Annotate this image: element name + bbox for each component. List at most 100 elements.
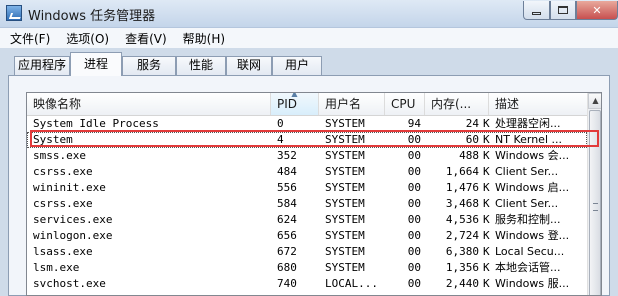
cell-username: SYSTEM	[325, 229, 365, 242]
cell-username: LOCAL...	[325, 277, 378, 290]
grip-icon	[593, 203, 598, 211]
cell-image-name: svchost.exe	[33, 277, 106, 290]
column-header-pid-label: PID	[277, 97, 298, 111]
table-row[interactable]: System 4 SYSTEM 00 60 K NT Kernel ...	[27, 132, 587, 148]
menu-file[interactable]: 文件(F)	[4, 30, 56, 47]
sort-ascending-icon: ▲	[291, 92, 298, 98]
cell-memory: 24	[465, 117, 479, 130]
cell-pid: 0	[277, 117, 284, 130]
column-header-pid[interactable]: ▲ PID	[271, 93, 319, 115]
cell-image-name: csrss.exe	[33, 165, 93, 178]
tab-networking[interactable]: 联网	[226, 56, 272, 75]
cell-description: 服务和控制...	[495, 213, 561, 226]
cell-description: Windows 登...	[495, 229, 570, 242]
menu-bar: 文件(F) 选项(O) 查看(V) 帮助(H)	[0, 28, 618, 48]
cell-pid: 740	[277, 277, 297, 290]
scroll-up-button[interactable]: ▲	[588, 93, 601, 109]
maximize-button[interactable]	[550, 1, 576, 20]
task-manager-icon	[6, 5, 22, 21]
tab-applications[interactable]: 应用程序	[14, 56, 70, 75]
cell-description: Windows 服...	[495, 277, 570, 290]
menu-options[interactable]: 选项(O)	[60, 30, 115, 47]
cell-description: Local Secu...	[495, 245, 565, 258]
column-header-memory[interactable]: 内存(...	[425, 93, 489, 115]
cell-cpu: 00	[407, 245, 421, 258]
window-title: Windows 任务管理器	[28, 9, 156, 24]
minimize-icon	[532, 11, 541, 15]
cell-cpu: 00	[407, 181, 421, 194]
table-row[interactable]: System Idle Process 0 SYSTEM 94 24 K 处理器空闲...	[27, 116, 587, 132]
cell-image-name: lsm.exe	[33, 261, 80, 274]
minimize-button[interactable]	[523, 1, 550, 20]
column-header-username[interactable]: 用户名	[319, 93, 385, 115]
table-row[interactable]: lsass.exe 672 SYSTEM 00 6,380 K Local Secu...	[27, 244, 587, 260]
tab-strip: 应用程序 进程 服务 性能 联网 用户	[0, 50, 618, 76]
cell-username: SYSTEM	[325, 197, 365, 210]
cell-pid: 680	[277, 261, 297, 274]
cell-memory: 3,468	[445, 197, 479, 210]
cell-pid: 352	[277, 149, 297, 162]
table-row[interactable]: wininit.exe 556 SYSTEM 00 1,476 K Windows 启...	[27, 180, 587, 196]
cell-pid: 484	[277, 165, 297, 178]
table-row[interactable]: smss.exe 352 SYSTEM 00 488 K Windows 会...	[27, 148, 587, 164]
table-row[interactable]: csrss.exe 484 SYSTEM 00 1,664 K Client Ser...	[27, 164, 587, 180]
cell-description: Windows 启...	[495, 181, 570, 194]
cell-username: SYSTEM	[325, 261, 365, 274]
process-list[interactable]: 映像名称 ▲ PID 用户名 CPU 内存(... 描述 System Idle…	[26, 92, 602, 296]
tab-users[interactable]: 用户	[272, 56, 322, 75]
cell-username: SYSTEM	[325, 181, 365, 194]
tab-performance[interactable]: 性能	[176, 56, 226, 75]
table-row[interactable]: winlogon.exe 656 SYSTEM 00 2,724 K Windows 登..…	[27, 228, 587, 244]
cell-memory: 4,536	[445, 213, 479, 226]
tab-processes[interactable]: 进程	[70, 52, 122, 76]
table-row[interactable]: svchost.exe 740 LOCAL... 00 2,440 K Windows 服.…	[27, 276, 587, 292]
cell-memory: 6,380	[445, 245, 479, 258]
menu-help[interactable]: 帮助(H)	[177, 30, 231, 47]
cell-pid: 584	[277, 197, 297, 210]
cell-image-name: System Idle Process	[33, 117, 159, 130]
scroll-thumb[interactable]	[589, 110, 601, 295]
cell-image-name: smss.exe	[33, 149, 86, 162]
cell-pid: 624	[277, 213, 297, 226]
cell-pid: 4	[277, 133, 284, 146]
cell-description: Client Ser...	[495, 165, 559, 178]
column-header-image-name[interactable]: 映像名称	[27, 93, 271, 115]
table-row[interactable]: lsm.exe 680 SYSTEM 00 1,356 K 本地会话管...	[27, 260, 587, 276]
cell-memory: 1,664	[445, 165, 479, 178]
cell-image-name: winlogon.exe	[33, 229, 113, 242]
cell-cpu: 00	[407, 261, 421, 274]
cell-cpu: 00	[407, 213, 421, 226]
close-button[interactable]: ✕	[576, 1, 618, 20]
cell-cpu: 00	[407, 197, 421, 210]
cell-image-name: wininit.exe	[33, 181, 106, 194]
menu-view[interactable]: 查看(V)	[119, 30, 173, 47]
cell-memory: 2,440	[445, 277, 479, 290]
process-rows: System Idle Process 0 SYSTEM 94 24 K 处理器空闲... S…	[27, 116, 587, 292]
cell-cpu: 00	[407, 133, 421, 146]
cell-image-name: csrss.exe	[33, 197, 93, 210]
cell-username: SYSTEM	[325, 213, 365, 226]
cell-username: SYSTEM	[325, 165, 365, 178]
cell-pid: 656	[277, 229, 297, 242]
cell-image-name: lsass.exe	[33, 245, 93, 258]
cell-cpu: 00	[407, 149, 421, 162]
cell-username: SYSTEM	[325, 133, 365, 146]
maximize-icon	[558, 6, 568, 14]
cell-memory: 1,356	[445, 261, 479, 274]
cell-pid: 672	[277, 245, 297, 258]
tab-services[interactable]: 服务	[122, 56, 176, 75]
cell-image-name: services.exe	[33, 213, 113, 226]
vertical-scrollbar[interactable]: ▲	[587, 93, 601, 295]
cell-memory: 488	[459, 149, 479, 162]
table-row[interactable]: services.exe 624 SYSTEM 00 4,536 K 服务和控制...	[27, 212, 587, 228]
cell-description: Client Ser...	[495, 197, 559, 210]
cell-description: Windows 会...	[495, 149, 570, 162]
cell-cpu: 00	[407, 229, 421, 242]
cell-username: SYSTEM	[325, 245, 365, 258]
cell-memory: 60	[465, 133, 479, 146]
table-row[interactable]: csrss.exe 584 SYSTEM 00 3,468 K Client Ser...	[27, 196, 587, 212]
cell-memory: 2,724	[445, 229, 479, 242]
column-header-row: 映像名称 ▲ PID 用户名 CPU 内存(... 描述	[27, 93, 587, 116]
column-header-description[interactable]: 描述	[489, 93, 587, 115]
column-header-cpu[interactable]: CPU	[385, 93, 425, 115]
